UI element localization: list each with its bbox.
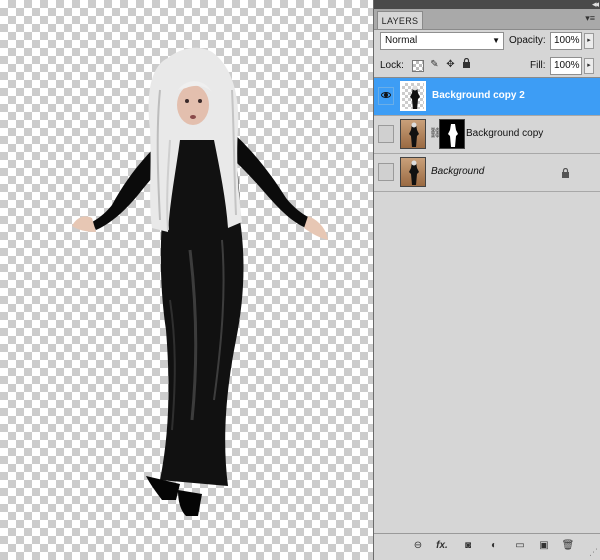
lock-all-icon[interactable] [460,57,473,71]
layer-name[interactable]: Background copy [466,128,543,139]
fx-icon[interactable]: fx. [434,539,450,553]
visibility-toggle[interactable] [378,87,394,105]
layer-thumbnail[interactable] [400,81,426,111]
layer-name[interactable]: Background copy 2 [432,90,525,101]
layer-row-background-copy-2[interactable]: Background copy 2 [374,78,600,116]
layer-name[interactable]: Background [431,166,484,177]
document-canvas[interactable] [0,0,373,560]
lock-transparency-icon[interactable] [412,60,424,72]
lock-position-icon[interactable]: ✥ [444,58,457,71]
tab-layers[interactable]: LAYERS [377,11,423,29]
opacity-label: Opacity: [509,35,546,46]
resize-grip-icon[interactable]: ⋰ [589,547,598,558]
link-layers-icon[interactable]: ⊖ [410,539,426,553]
layer-thumbnail[interactable] [400,157,426,187]
figure-artwork [72,47,328,516]
layer-row-background-copy[interactable]: ⛓ Background copy [374,116,600,154]
blend-row: Normal ▼ Opacity: 100% ▸ [378,31,596,53]
opacity-field[interactable]: 100% [550,32,582,50]
layers-panel-footer: ⊖ fx. ◙ ◐ ▭ ▣ 🗑 ⋰ [374,533,600,560]
add-mask-icon[interactable]: ◙ [460,539,476,553]
visibility-toggle[interactable] [378,125,394,143]
adjustment-layer-icon[interactable]: ◐ [486,539,502,553]
panel-menu-icon[interactable]: ▾≡ [585,13,595,23]
eye-icon [381,92,391,98]
layer-mask-thumbnail[interactable] [439,119,465,149]
blend-mode-value: Normal [385,35,418,46]
lock-row: Lock: ✎ ✥ Fill: 100% ▸ [378,55,596,77]
chevron-down-icon: ▼ [492,36,500,45]
layer-thumbnail[interactable] [400,119,426,149]
fill-field[interactable]: 100% [550,57,582,75]
fill-label: Fill: [530,60,546,71]
panel-tab-row: LAYERS ▾≡ [374,9,600,30]
blend-mode-select[interactable]: Normal ▼ [380,32,504,50]
new-layer-icon[interactable]: ▣ [536,539,552,553]
fill-slider-button[interactable]: ▸ [584,58,594,74]
layers-panel: ◂◂ LAYERS ▾≡ Normal ▼ Opacity: 100% ▸ Lo… [373,0,600,560]
panel-titlebar[interactable]: ◂◂ [374,0,600,9]
layer-row-background[interactable]: Background [374,154,600,192]
layers-list: Background copy 2 ⛓ Background copy Back… [374,77,600,535]
trash-icon[interactable]: 🗑 [560,539,576,553]
lock-icon [561,165,570,178]
opacity-slider-button[interactable]: ▸ [584,33,594,49]
new-group-icon[interactable]: ▭ [512,539,528,553]
lock-label: Lock: [380,60,404,71]
lock-image-pixels-icon[interactable]: ✎ [428,58,441,71]
visibility-toggle[interactable] [378,163,394,181]
